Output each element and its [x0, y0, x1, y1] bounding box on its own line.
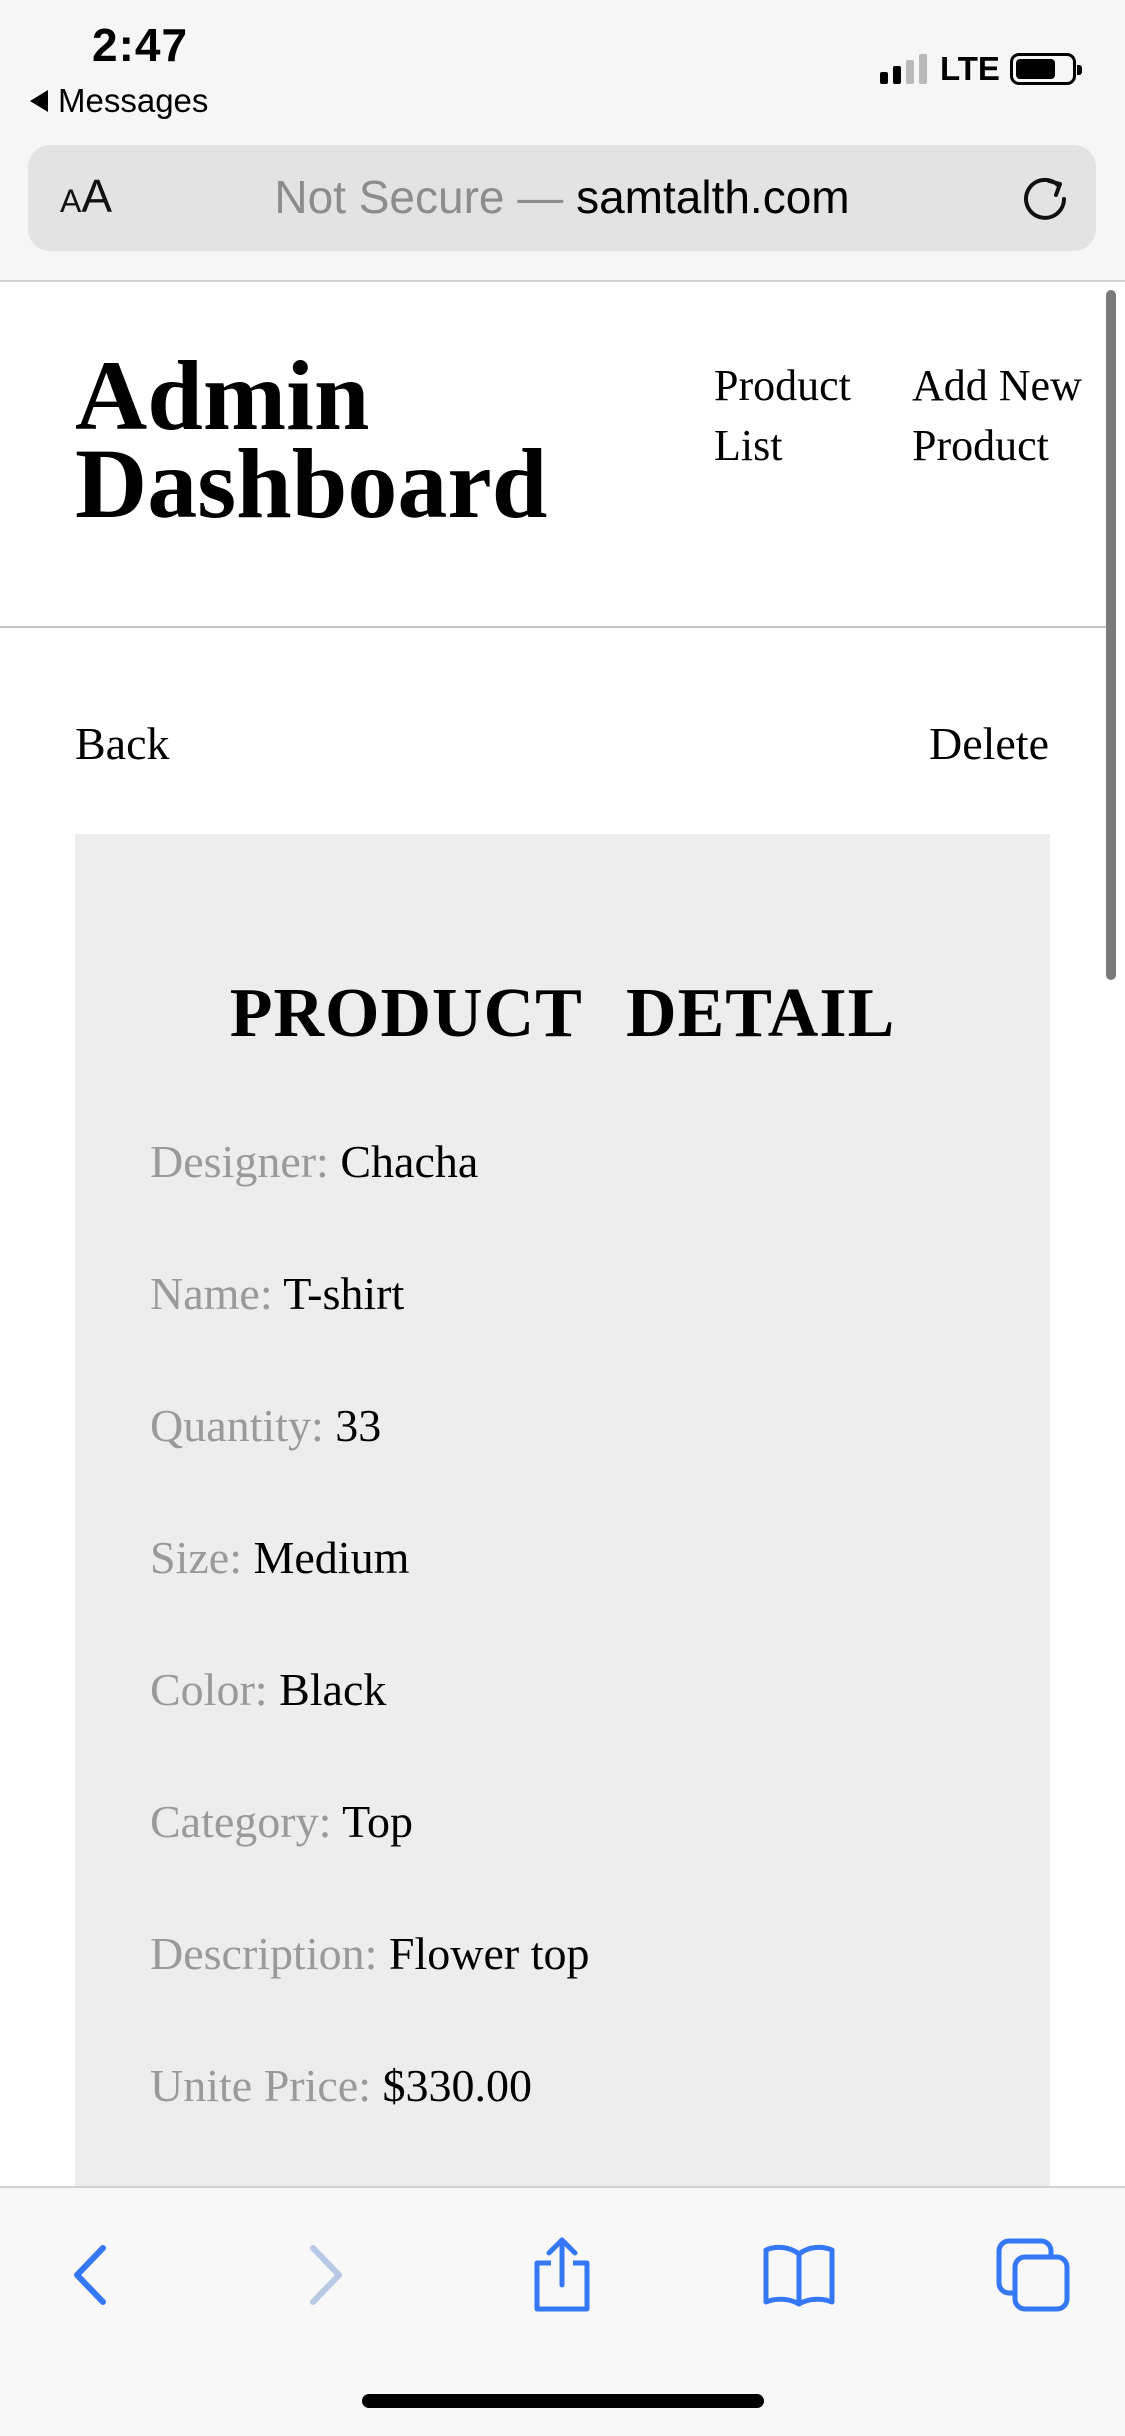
network-type: LTE [940, 50, 1000, 87]
back-triangle-icon [30, 90, 48, 112]
nav-add-new-product[interactable]: Add New Product [912, 356, 1092, 476]
tabs-button[interactable] [988, 2230, 1078, 2320]
signal-bar [919, 54, 927, 84]
browser-chrome: 2:47 Messages LTE AA Not Secure — samtal… [0, 0, 1125, 282]
field-value: Chacha [340, 1136, 479, 1187]
field-designer: Designer: Chacha [150, 1134, 478, 1190]
field-unit-price: Unite Price: $330.00 [150, 2058, 532, 2114]
field-label: Description: [150, 1928, 378, 1979]
battery-nub [1077, 65, 1082, 75]
field-value: $330.00 [382, 2060, 533, 2111]
back-app-label: Messages [58, 82, 209, 119]
field-value: Flower top [388, 1928, 590, 1979]
bookmarks-button[interactable] [754, 2230, 844, 2320]
back-chevron-icon [74, 2245, 106, 2305]
security-status: Not Secure [274, 171, 505, 223]
url-host: samtalth.com [576, 171, 850, 223]
field-color: Color: Black [150, 1662, 386, 1718]
share-button[interactable] [517, 2230, 607, 2320]
url-separator: — [504, 171, 577, 223]
field-size: Size: Medium [150, 1530, 409, 1586]
address-bar[interactable]: AA Not Secure — samtalth.com [28, 145, 1096, 251]
home-indicator [362, 2394, 764, 2408]
status-time: 2:47 [92, 19, 189, 71]
site-title-line2: Dashboard [75, 428, 548, 539]
field-category: Category: Top [150, 1794, 413, 1850]
signal-bar [893, 66, 901, 84]
browser-forward-button[interactable] [280, 2230, 370, 2320]
field-value: Top [342, 1796, 413, 1847]
field-label: Category: [150, 1796, 332, 1847]
tabs-icon [996, 2238, 1070, 2312]
battery-icon [1010, 53, 1082, 85]
signal-bar [906, 60, 914, 84]
product-detail-heading: PRODUCT DETAIL [229, 975, 896, 1052]
field-label: Size: [150, 1532, 242, 1583]
signal-bar [880, 72, 888, 84]
field-label: Color: [150, 1664, 268, 1715]
product-detail-card: PRODUCT DETAIL Designer: Chacha Name: T-… [75, 834, 1050, 2194]
field-value: Black [279, 1664, 387, 1715]
field-label: Quantity: [150, 1400, 324, 1451]
page-scrollbar[interactable] [1106, 290, 1116, 980]
share-icon [534, 2237, 590, 2312]
field-value: 33 [335, 1400, 382, 1451]
field-quantity: Quantity: 33 [150, 1398, 381, 1454]
field-label: Name: [150, 1268, 273, 1319]
back-link[interactable]: Back [75, 716, 170, 772]
battery-fill [1016, 59, 1055, 79]
field-value: Medium [253, 1532, 410, 1583]
field-description: Description: Flower top [150, 1926, 590, 1982]
cellular-signal-icon [880, 54, 927, 84]
site-title: Admin Dashboard [75, 346, 547, 534]
reload-icon[interactable] [1018, 171, 1072, 225]
header-divider [0, 626, 1112, 628]
field-value: T-shirt [283, 1268, 405, 1319]
url-display[interactable]: Not Secure — samtalth.com [28, 170, 1096, 224]
forward-chevron-icon [310, 2245, 342, 2305]
nav-product-list[interactable]: Product List [714, 356, 884, 476]
back-to-messages[interactable]: Messages [30, 82, 208, 120]
delete-link[interactable]: Delete [929, 716, 1049, 772]
field-name: Name: T-shirt [150, 1266, 404, 1322]
bookmarks-icon [763, 2244, 835, 2307]
field-label: Unite Price: [150, 2060, 371, 2111]
field-label: Designer: [150, 1136, 329, 1187]
browser-back-button[interactable] [46, 2230, 136, 2320]
